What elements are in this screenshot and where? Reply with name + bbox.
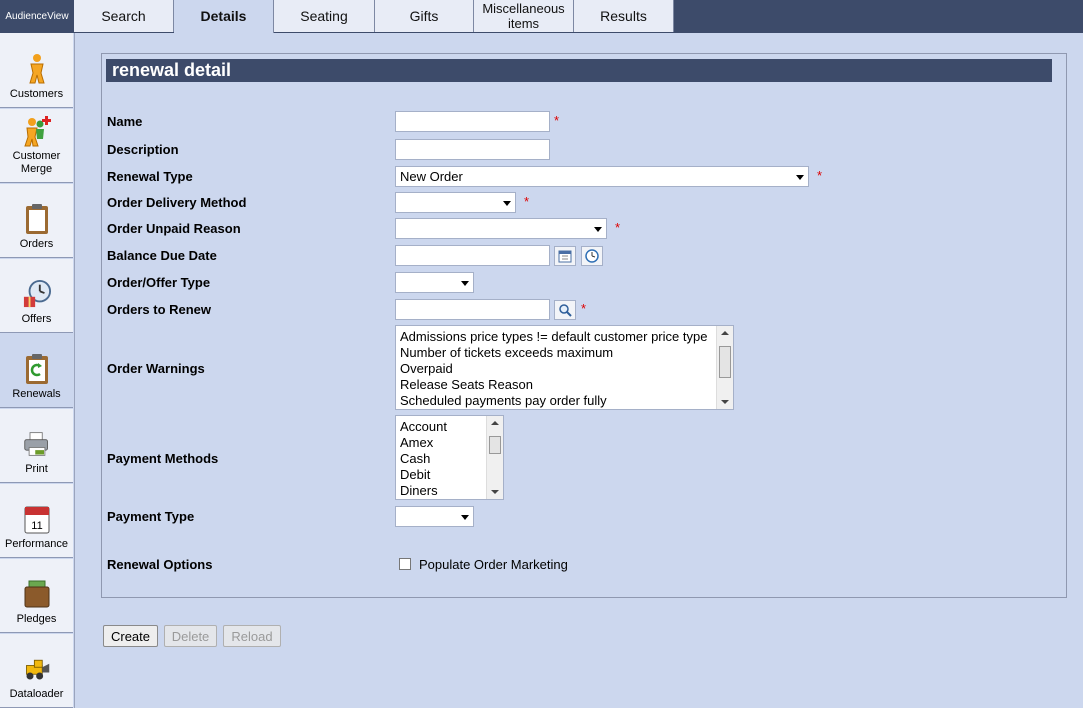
payment-type-label: Payment Type <box>107 509 195 524</box>
calendar-picker-button[interactable] <box>554 246 576 266</box>
sidebar-item-label: Customers <box>9 88 64 100</box>
tab-seating[interactable]: Seating <box>274 0 375 32</box>
sidebar-item-pledges[interactable]: Pledges <box>0 559 73 633</box>
sidebar-item-label: Offers <box>21 313 52 325</box>
clock-gift-icon <box>23 278 51 310</box>
populate-order-marketing-label[interactable]: Populate Order Marketing <box>419 557 568 572</box>
time-picker-button[interactable] <box>581 246 603 266</box>
chevron-down-icon <box>594 227 602 232</box>
renewal-type-value: New Order <box>400 169 463 184</box>
description-label: Description <box>107 142 179 157</box>
sidebar-item-customer-merge[interactable]: Customer Merge <box>0 109 73 183</box>
delete-button[interactable]: Delete <box>164 625 217 647</box>
order-warnings-listbox[interactable]: Admissions price types != default custom… <box>395 325 734 410</box>
delivery-method-select[interactable] <box>395 192 516 213</box>
balance-due-date-input[interactable] <box>395 245 550 266</box>
sidebar-item-label: Print <box>25 463 48 475</box>
list-item[interactable]: Release Seats Reason <box>396 377 733 393</box>
required-marker: * <box>524 194 530 209</box>
payment-methods-listbox[interactable]: Account Amex Cash Debit Diners <box>395 415 504 500</box>
sidebar-item-renewals[interactable]: Renewals <box>0 334 73 408</box>
name-input[interactable] <box>395 111 550 132</box>
printer-icon <box>23 428 51 460</box>
sidebar-item-dataloader[interactable]: Dataloader <box>0 634 73 708</box>
sidebar-item-performance[interactable]: 11 Performance <box>0 484 73 558</box>
sidebar-item-label: Performance <box>5 538 68 550</box>
offer-type-select[interactable] <box>395 272 474 293</box>
sidebar-item-customers[interactable]: Customers <box>0 33 73 108</box>
clock-icon <box>585 249 599 263</box>
calendar-icon: 11 <box>23 503 51 535</box>
scroll-thumb[interactable] <box>719 346 731 378</box>
scrollbar[interactable] <box>716 326 733 409</box>
sidebar-item-orders[interactable]: Orders <box>0 184 73 258</box>
tab-search[interactable]: Search <box>74 0 174 32</box>
scroll-up-icon <box>491 421 499 425</box>
orders-to-renew-input[interactable] <box>395 299 550 320</box>
scroll-up-icon <box>721 331 729 335</box>
calendar-icon <box>558 250 572 263</box>
customer-icon <box>23 53 51 85</box>
orders-to-renew-label: Orders to Renew <box>107 302 212 317</box>
tab-results[interactable]: Results <box>574 0 674 32</box>
required-marker: * <box>581 301 587 316</box>
unpaid-reason-label: Order Unpaid Reason <box>107 221 241 236</box>
sidebar-item-label: Customer Merge <box>12 150 61 175</box>
tab-gifts[interactable]: Gifts <box>375 0 474 32</box>
sidebar-item-print[interactable]: Print <box>0 409 73 483</box>
chevron-down-icon <box>503 201 511 206</box>
tab-details[interactable]: Details <box>174 0 274 33</box>
scroll-down-icon <box>721 400 729 404</box>
name-label: Name <box>107 114 143 129</box>
tab-miscellaneous-items[interactable]: Miscellaneous items <box>474 0 574 32</box>
renewal-icon <box>23 353 51 385</box>
scroll-thumb[interactable] <box>489 436 501 454</box>
chevron-down-icon <box>796 175 804 180</box>
list-item[interactable]: Scheduled payments pay order fully <box>396 393 733 409</box>
chevron-down-icon <box>461 515 469 520</box>
required-marker: * <box>554 113 560 128</box>
app-brand: AudienceView <box>0 0 74 33</box>
list-item[interactable]: Overpaid <box>396 361 733 377</box>
wallet-icon <box>23 578 51 610</box>
payment-type-select[interactable] <box>395 506 474 527</box>
sidebar-item-label: Orders <box>19 238 54 250</box>
sidebar-item-label: Pledges <box>16 613 57 625</box>
search-icon <box>559 304 572 317</box>
scroll-down-icon <box>491 490 499 494</box>
svg-text:11: 11 <box>31 520 42 532</box>
sidebar-item-label: Dataloader <box>9 688 64 700</box>
reload-button[interactable]: Reload <box>223 625 281 647</box>
offer-type-label: Order/Offer Type <box>107 275 211 290</box>
scrollbar[interactable] <box>486 416 503 499</box>
required-marker: * <box>817 168 823 183</box>
search-orders-button[interactable] <box>554 300 576 320</box>
delivery-method-label: Order Delivery Method <box>107 195 247 210</box>
unpaid-reason-select[interactable] <box>395 218 607 239</box>
renewal-options-label: Renewal Options <box>107 557 213 572</box>
balance-due-date-label: Balance Due Date <box>107 248 217 263</box>
chevron-down-icon <box>461 281 469 286</box>
sidebar-item-offers[interactable]: Offers <box>0 259 73 333</box>
renewal-type-label: Renewal Type <box>107 169 193 184</box>
list-item[interactable]: Admissions price types != default custom… <box>396 329 733 345</box>
payment-methods-label: Payment Methods <box>107 451 219 466</box>
loader-icon <box>23 653 51 685</box>
create-button[interactable]: Create <box>103 625 158 647</box>
list-item[interactable]: Number of tickets exceeds maximum <box>396 345 733 361</box>
panel-title: renewal detail <box>106 59 1052 82</box>
customer-merge-icon <box>23 115 51 147</box>
populate-order-marketing-checkbox[interactable] <box>399 558 411 570</box>
renewal-type-select[interactable]: New Order <box>395 166 809 187</box>
clipboard-icon <box>23 203 51 235</box>
description-input[interactable] <box>395 139 550 160</box>
sidebar-item-label: Renewals <box>12 388 61 400</box>
required-marker: * <box>615 220 621 235</box>
order-warnings-label: Order Warnings <box>107 361 205 376</box>
